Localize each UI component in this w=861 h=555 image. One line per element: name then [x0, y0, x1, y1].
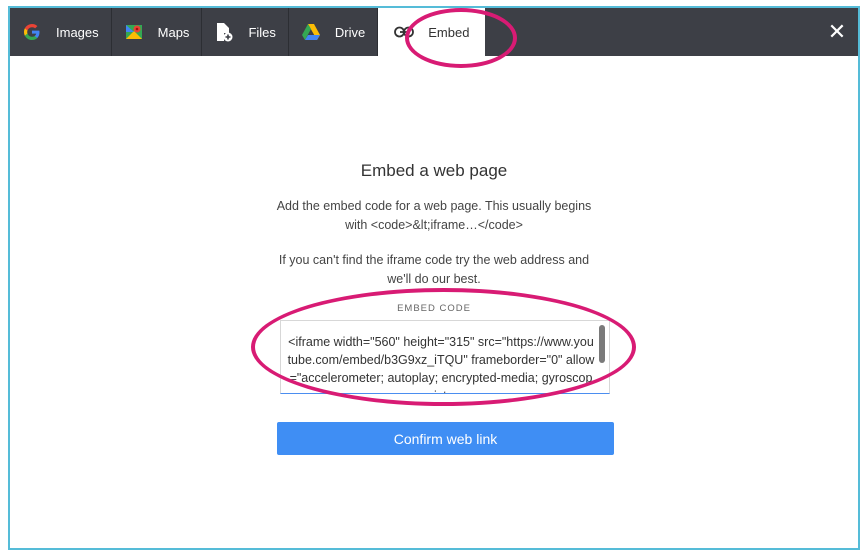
- tab-label: Maps: [157, 24, 190, 40]
- embed-code-label: EMBED CODE: [397, 303, 471, 314]
- tab-maps[interactable]: Maps: [112, 8, 203, 56]
- scrollbar-thumb[interactable]: [599, 325, 605, 363]
- embed-panel: Embed a web page Add the embed code for …: [10, 56, 858, 550]
- google-g-icon: [22, 22, 42, 42]
- embed-code-input[interactable]: <iframe width="560" height="315" src="ht…: [280, 320, 610, 394]
- file-add-icon: [214, 22, 234, 42]
- tab-label: Drive: [334, 24, 366, 40]
- google-maps-icon: [124, 22, 144, 42]
- page-title: Embed a web page: [360, 161, 508, 180]
- link-icon: [394, 22, 415, 42]
- tab-images[interactable]: Images: [10, 8, 112, 56]
- close-icon[interactable]: ✕: [826, 21, 848, 43]
- embed-description: Add the embed code for a web page. This …: [276, 199, 592, 232]
- tab-label: Images: [56, 24, 99, 40]
- tab-label: Files: [248, 24, 276, 40]
- dialog-frame: Images Maps Files Drive Embed ✕ Embed a …: [8, 6, 860, 550]
- embed-code-value: <iframe width="560" height="315" src="ht…: [287, 335, 595, 393]
- tab-files[interactable]: Files: [202, 8, 289, 56]
- tab-drive[interactable]: Drive: [289, 8, 379, 56]
- tab-label: Embed: [428, 24, 470, 40]
- google-drive-icon: [301, 22, 321, 42]
- tab-bar: Images Maps Files Drive Embed ✕: [10, 8, 858, 56]
- confirm-web-link-button[interactable]: Confirm web link: [277, 422, 614, 455]
- iframe-hint: If you can't find the iframe code try th…: [278, 253, 590, 286]
- tab-embed[interactable]: Embed: [378, 8, 486, 56]
